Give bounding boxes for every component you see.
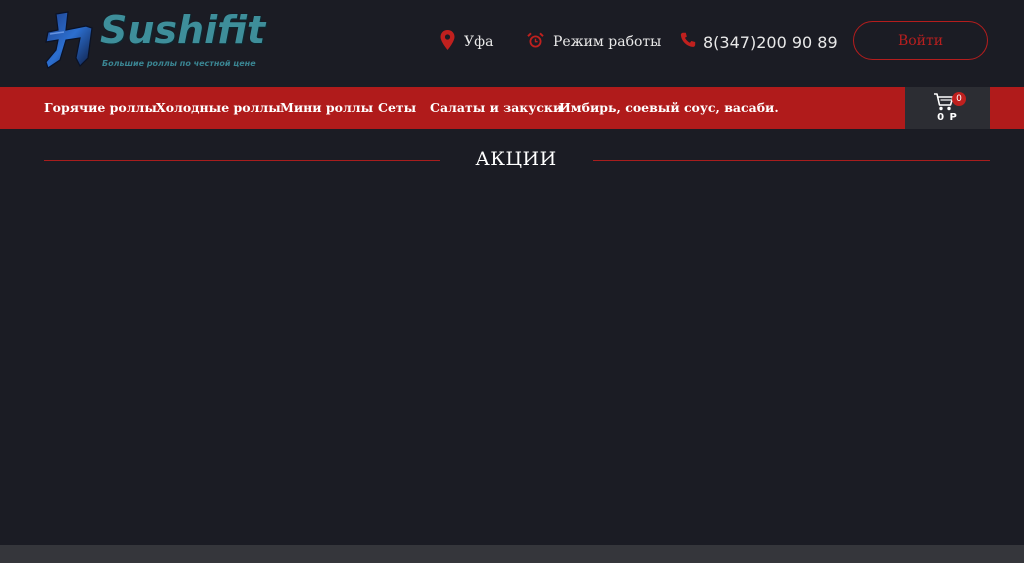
nav-item-hot-rolls[interactable]: Горячие роллы (44, 87, 157, 129)
title-divider-right (593, 160, 990, 161)
footer (0, 545, 1024, 563)
phone-number: 8(347)200 90 89 (703, 32, 838, 52)
site-logo[interactable]: Sushifit Большие роллы по честной цене (42, 8, 266, 74)
city-label: Уфа (464, 34, 494, 50)
nav-item-salads-snacks[interactable]: Салаты и закуски (430, 87, 562, 129)
cart-button[interactable]: 0 0 Р (905, 87, 990, 129)
page-title: АКЦИИ (475, 148, 557, 170)
city-selector[interactable]: Уфа (440, 30, 494, 54)
cart-total: 0 Р (937, 112, 958, 123)
title-divider-left (44, 160, 440, 161)
category-nav: Горячие роллы Холодные роллы Мини роллы … (0, 87, 1024, 129)
working-hours-label: Режим работы (553, 34, 662, 50)
kanji-chikara-logo-icon (45, 11, 93, 69)
phone-link[interactable]: 8(347)200 90 89 (680, 32, 838, 52)
alarm-clock-icon (527, 32, 544, 53)
nav-item-mini-rolls[interactable]: Мини роллы (280, 87, 373, 129)
login-button[interactable]: Войти (853, 21, 988, 60)
brand-name: Sushifit (100, 8, 266, 52)
cart-count-badge: 0 (952, 92, 966, 106)
phone-icon (680, 32, 696, 52)
site-header: Sushifit Большие роллы по честной цене У… (0, 0, 1024, 87)
map-pin-icon (440, 30, 455, 54)
nav-item-cold-rolls[interactable]: Холодные роллы (156, 87, 281, 129)
brand-tagline: Большие роллы по честной цене (102, 59, 256, 68)
nav-item-sets[interactable]: Сеты (378, 87, 416, 129)
working-hours-link[interactable]: Режим работы (527, 32, 661, 52)
nav-item-ginger-soy-wasabi[interactable]: Имбирь, соевый соус, васаби. (559, 87, 779, 129)
